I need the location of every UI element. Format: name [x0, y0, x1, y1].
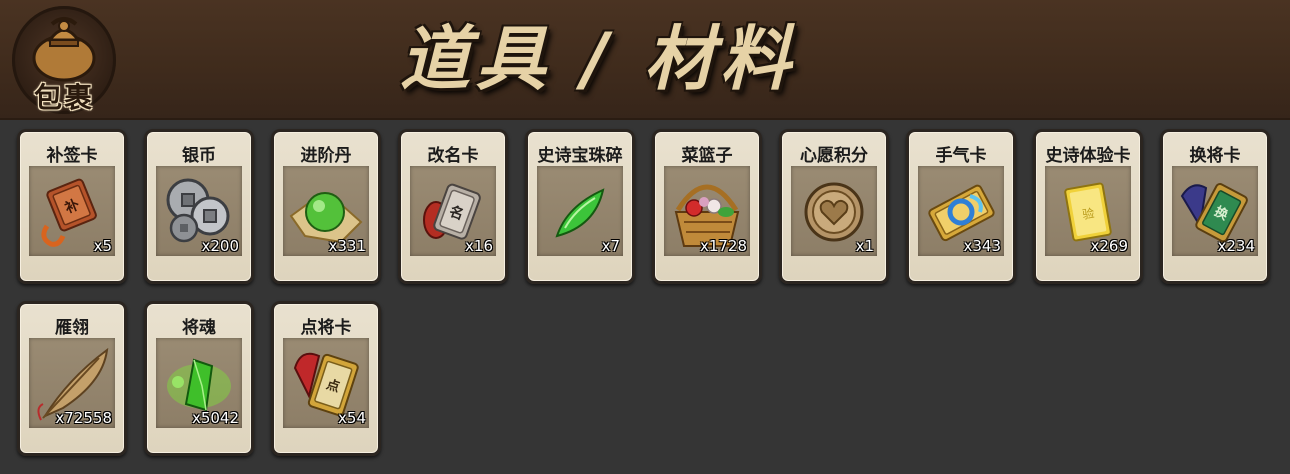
item-quantity: x5042 — [191, 409, 239, 427]
item-card[interactable]: 补签卡 补 x5 — [17, 129, 127, 284]
item-quantity: x200 — [201, 237, 239, 255]
item-quantity: x7 — [601, 237, 620, 255]
item-quantity: x1728 — [699, 237, 747, 255]
item-card[interactable]: 史诗体验卡 验 x269 — [1033, 129, 1143, 284]
page-title: 道具 / 材料 — [400, 18, 797, 100]
item-slot: x343 — [918, 166, 1004, 256]
item-name: 史诗体验卡 — [1045, 146, 1131, 166]
item-quantity: x72558 — [55, 409, 112, 427]
item-slot: 验 x269 — [1045, 166, 1131, 256]
item-slot: x331 — [283, 166, 369, 256]
item-name: 点将卡 — [300, 318, 352, 338]
item-name: 雁翎 — [55, 318, 89, 338]
item-quantity: x269 — [1090, 237, 1128, 255]
item-card[interactable]: 改名卡 名 x16 — [398, 129, 508, 284]
item-name: 心愿积分 — [800, 146, 868, 166]
item-name: 换将卡 — [1189, 146, 1241, 166]
bag-badge[interactable]: 包裹 — [12, 6, 116, 114]
svg-text:验: 验 — [1081, 205, 1095, 222]
item-card[interactable]: 换将卡 换 x234 — [1160, 129, 1270, 284]
item-name: 进阶丹 — [300, 146, 352, 166]
item-name: 菜篮子 — [681, 146, 733, 166]
item-slot: x72558 — [29, 338, 115, 428]
item-slot: x5042 — [156, 338, 242, 428]
item-name: 补签卡 — [46, 146, 98, 166]
item-quantity: x331 — [328, 237, 366, 255]
item-card[interactable]: 将魂 x5042 — [144, 301, 254, 456]
item-quantity: x5 — [93, 237, 112, 255]
item-card[interactable]: 手气卡 x343 — [906, 129, 1016, 284]
item-name: 银币 — [182, 146, 216, 166]
item-name: 改名卡 — [427, 146, 479, 166]
item-slot: 点 x54 — [283, 338, 369, 428]
item-quantity: x54 — [338, 409, 366, 427]
item-quantity: x234 — [1217, 237, 1255, 255]
inventory-header: 包裹 道具 / 材料 — [0, 0, 1290, 120]
item-slot: x1 — [791, 166, 877, 256]
item-card[interactable]: 银币 x200 — [144, 129, 254, 284]
item-slot: x200 — [156, 166, 242, 256]
item-slot: 换 x234 — [1172, 166, 1258, 256]
item-card[interactable]: 进阶丹 x331 — [271, 129, 381, 284]
item-card[interactable]: 心愿积分 x1 — [779, 129, 889, 284]
item-card[interactable]: 菜篮子 x1728 — [652, 129, 762, 284]
item-name: 史诗宝珠碎 — [537, 146, 623, 166]
item-slot: 补 x5 — [29, 166, 115, 256]
item-slot: x7 — [537, 166, 623, 256]
bag-label: 包裹 — [33, 81, 94, 114]
item-card[interactable]: 史诗宝珠碎 x7 — [525, 129, 635, 284]
item-quantity: x16 — [465, 237, 493, 255]
item-card[interactable]: 点将卡 点 x54 — [271, 301, 381, 456]
item-quantity: x1 — [855, 237, 874, 255]
item-quantity: x343 — [963, 237, 1001, 255]
item-name: 将魂 — [182, 318, 216, 338]
item-slot: 名 x16 — [410, 166, 496, 256]
item-slot: x1728 — [664, 166, 750, 256]
item-name: 手气卡 — [935, 146, 987, 166]
item-card[interactable]: 雁翎 x72558 — [17, 301, 127, 456]
